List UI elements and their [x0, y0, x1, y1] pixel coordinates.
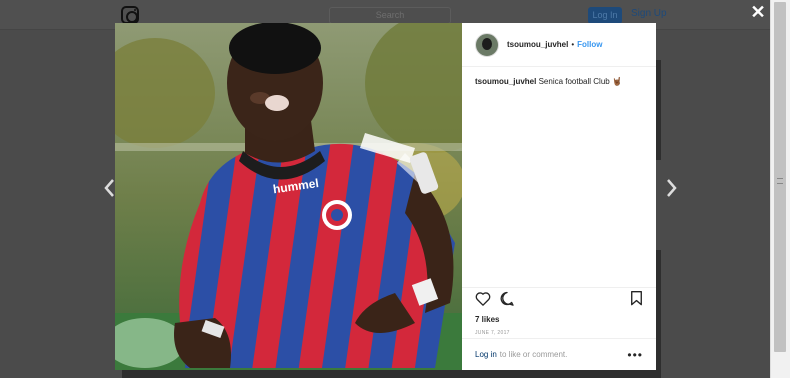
background-search-input: Search: [329, 7, 451, 24]
action-icons: [475, 288, 643, 314]
scrollbar-thumb[interactable]: [774, 2, 786, 352]
chevron-left-icon[interactable]: [103, 178, 115, 198]
likes-count[interactable]: 7 likes: [475, 315, 643, 324]
post-photo: hummel: [115, 23, 462, 370]
background-tile: [656, 250, 661, 378]
more-options-icon[interactable]: •••: [627, 349, 643, 361]
heart-icon[interactable]: [475, 291, 491, 311]
separator-dot: •: [571, 40, 575, 49]
post-sidebar: tsoumou_juvhel • Follow tsoumou_juvhel S…: [462, 23, 656, 370]
scrollbar[interactable]: [770, 0, 790, 378]
football-player-image: hummel: [115, 23, 462, 370]
post-header: tsoumou_juvhel • Follow: [462, 23, 656, 67]
background-signup-link: Sign Up: [631, 8, 667, 19]
background-tile: [122, 370, 656, 378]
background-tile: [656, 60, 661, 160]
chevron-right-icon[interactable]: [666, 178, 678, 198]
comment-icon[interactable]: [499, 291, 515, 311]
follow-button[interactable]: Follow: [577, 40, 602, 49]
close-icon[interactable]: ✕: [749, 3, 767, 21]
bookmark-icon[interactable]: [630, 291, 643, 311]
post-caption: tsoumou_juvhel Senica football Club 🤘🏾: [462, 67, 656, 96]
login-link[interactable]: Log in: [475, 350, 497, 359]
post-actions: 7 likes JUNE 7, 2017: [462, 287, 656, 336]
post-modal: hummel tsoumou_juvhel • Follow tsoumou_j…: [115, 23, 656, 370]
caption-username[interactable]: tsoumou_juvhel: [475, 77, 536, 86]
scrollbar-grip: [777, 178, 783, 184]
post-username[interactable]: tsoumou_juvhel: [507, 40, 568, 49]
instagram-logo-icon: [121, 6, 139, 24]
avatar[interactable]: [475, 32, 499, 57]
post-date: JUNE 7, 2017: [475, 330, 510, 336]
caption-text: Senica football Club 🤘🏾: [538, 77, 622, 86]
comment-prompt: to like or comment.: [499, 350, 568, 359]
comment-bar: Log in to like or comment. •••: [462, 338, 656, 370]
background-login-button: Log In: [588, 7, 622, 24]
